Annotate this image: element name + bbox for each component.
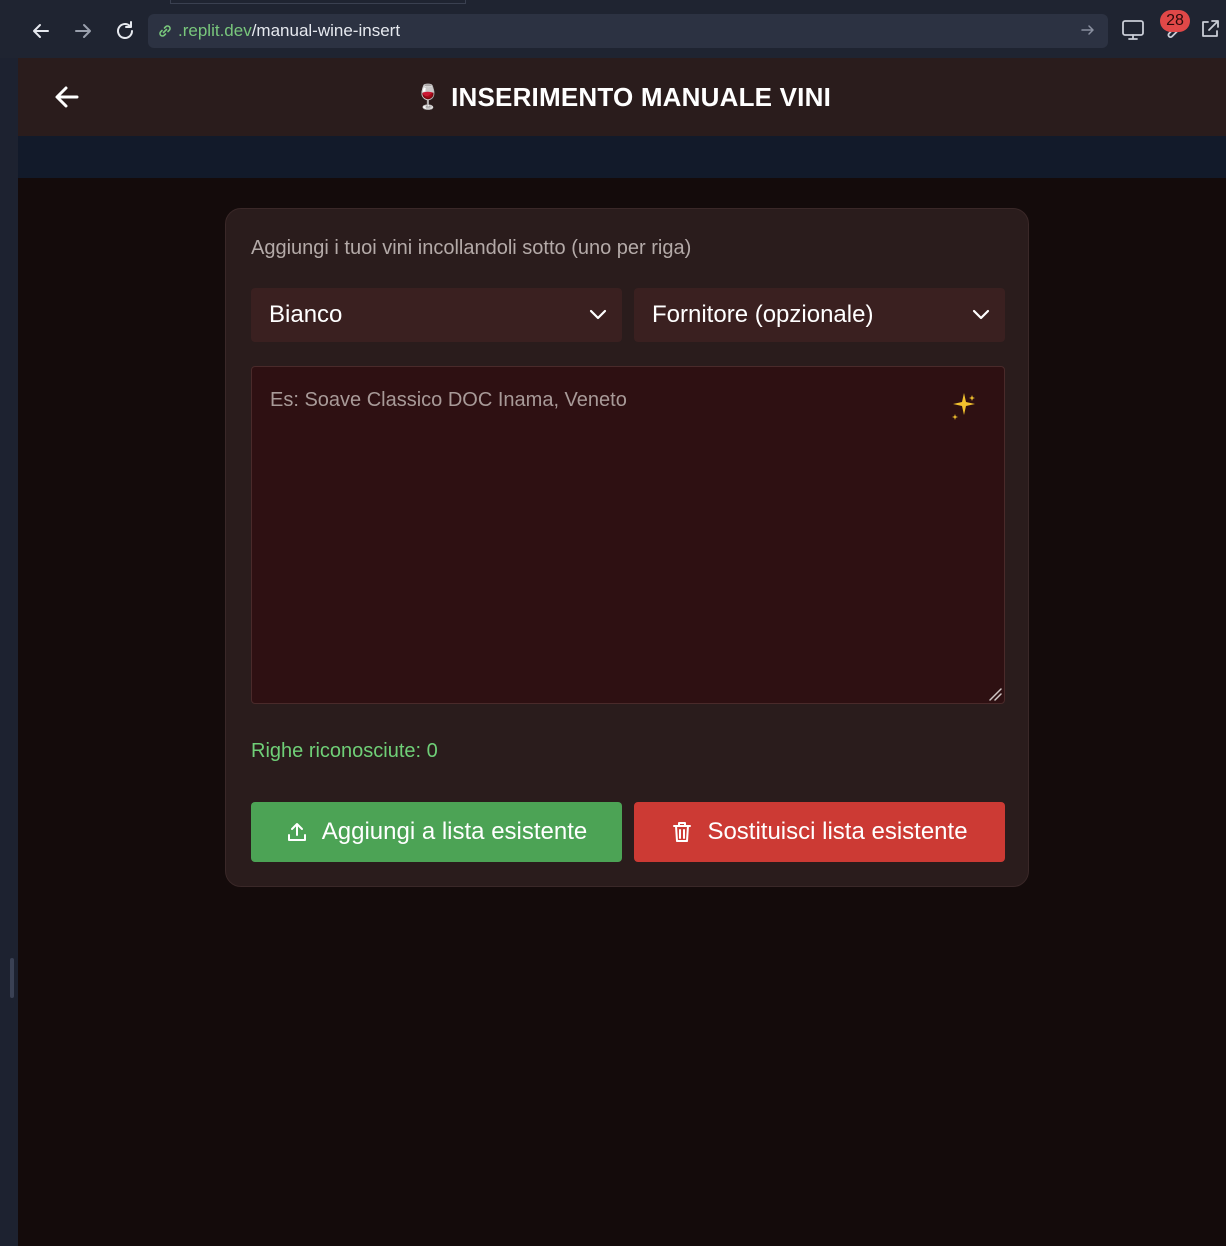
sparkle-icon[interactable] (950, 391, 976, 421)
browser-reload-button[interactable] (110, 16, 140, 46)
arrow-left-icon (55, 86, 79, 108)
app-header: 🍷 INSERIMENTO MANUALE VINI (18, 58, 1226, 136)
reload-icon (117, 21, 133, 39)
page-title: 🍷 INSERIMENTO MANUALE VINI (413, 82, 831, 113)
manual-insert-card: Aggiungi i tuoi vini incollandoli sotto … (225, 208, 1029, 887)
wine-type-select[interactable]: Bianco (251, 288, 622, 342)
back-button[interactable] (50, 80, 84, 114)
resize-grip-icon[interactable] (988, 687, 1002, 701)
recognized-rows-count: Righe riconosciute: 0 (251, 740, 438, 762)
page-title-text: INSERIMENTO MANUALE VINI (451, 81, 831, 112)
browser-back-button[interactable] (26, 16, 56, 46)
wine-type-value: Bianco (269, 301, 343, 328)
instruction-text: Aggiungi i tuoi vini incollandoli sotto … (251, 237, 692, 259)
address-bar[interactable]: .replit.dev/manual-wine-insert (148, 14, 1108, 48)
url-path: /manual-wine-insert (251, 21, 401, 40)
supplier-value: Fornitore (opzionale) (652, 301, 874, 328)
url-domain: .replit.dev (178, 21, 252, 40)
forward-icon (75, 24, 91, 38)
replace-button-label: Sostituisci lista esistente (707, 818, 968, 845)
resize-handle[interactable] (10, 958, 14, 998)
side-rail (0, 58, 18, 1246)
replace-existing-list-button[interactable]: Sostituisci lista esistente (634, 802, 1005, 862)
browser-forward-button[interactable] (68, 16, 98, 46)
tab-strip (170, 0, 466, 4)
external-link-icon[interactable] (1199, 18, 1221, 40)
chevron-down-icon (972, 309, 990, 320)
trash-icon (673, 822, 692, 842)
wine-list-textarea-container (251, 366, 1005, 704)
wine-list-textarea[interactable] (252, 367, 1004, 703)
supplier-select[interactable]: Fornitore (opzionale) (634, 288, 1005, 342)
header-sub-strip (18, 136, 1226, 178)
chevron-down-icon (589, 309, 607, 320)
notification-badge: 28 (1160, 10, 1190, 32)
link-icon (159, 25, 171, 37)
monitor-icon[interactable] (1121, 18, 1145, 42)
arrow-right-icon[interactable] (1080, 22, 1096, 38)
back-icon (33, 24, 49, 38)
add-to-existing-list-button[interactable]: Aggiungi a lista esistente (251, 802, 622, 862)
upload-icon (287, 823, 306, 841)
add-button-label: Aggiungi a lista esistente (321, 818, 588, 845)
wine-glass-icon: 🍷 (413, 83, 444, 111)
browser-toolbar: .replit.dev/manual-wine-insert 28 (0, 0, 1226, 58)
